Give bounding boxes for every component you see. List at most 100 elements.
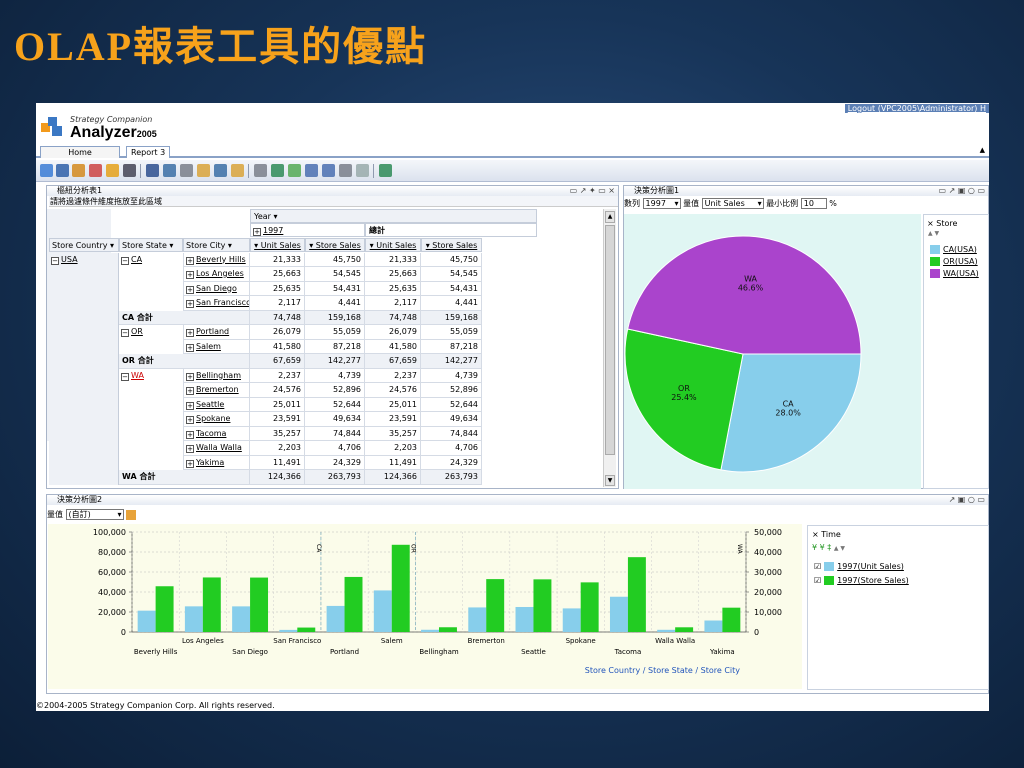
pivot-scrollbar[interactable]: ▲ ▼ — [603, 209, 616, 487]
row-header-store-state[interactable]: Store State ▾ — [119, 238, 183, 252]
bar-measure-select[interactable]: (自訂) ▾ — [65, 509, 124, 520]
legend-label[interactable]: WA(USA) — [943, 269, 979, 278]
year-value[interactable]: 1997 — [263, 226, 283, 235]
collapse-icon[interactable]: − — [121, 372, 129, 381]
country-cell[interactable]: − USA — [49, 252, 119, 485]
city-link[interactable]: Los Angeles — [196, 269, 244, 278]
sort-arrows-icon[interactable]: ▲ ▼ — [928, 230, 939, 237]
state-link[interactable]: WA — [131, 371, 144, 380]
expand-icon[interactable]: + — [186, 387, 194, 395]
pivot-panel-controls[interactable]: ▭ ↗ ✦ ▭ × — [570, 186, 615, 196]
city-link[interactable]: Beverly Hills — [196, 255, 246, 264]
expand-icon[interactable]: + — [186, 329, 194, 337]
bar-unit-sales[interactable] — [184, 606, 203, 632]
city-link[interactable]: Bellingham — [196, 371, 241, 380]
country-link[interactable]: USA — [61, 255, 78, 264]
bar-store-sales[interactable] — [486, 579, 505, 632]
scroll-thumb[interactable] — [605, 225, 615, 455]
pie-legend-item[interactable]: WA(USA) — [930, 269, 979, 278]
state-link[interactable]: OR — [131, 327, 143, 336]
legend-checkbox[interactable]: ☑ — [814, 576, 821, 585]
city-cell[interactable]: + Yakima — [183, 455, 250, 470]
export-icon[interactable] — [214, 164, 227, 177]
expand-icon[interactable]: + — [253, 228, 261, 236]
city-cell[interactable]: + Spokane — [183, 412, 250, 427]
expand-icon[interactable]: + — [186, 271, 194, 279]
bar-unit-sales[interactable] — [279, 629, 298, 632]
measure-header[interactable]: ▾ Store Sales — [421, 238, 482, 252]
expand-icon[interactable]: + — [186, 430, 194, 439]
city-link[interactable]: Seattle — [196, 400, 224, 409]
year-header[interactable]: Year ▾ — [250, 209, 537, 223]
bar-unit-sales[interactable] — [609, 596, 628, 632]
zoom-in-icon[interactable] — [305, 164, 318, 177]
state-link[interactable]: CA — [131, 255, 142, 264]
database-icon[interactable] — [106, 164, 119, 177]
city-link[interactable]: Bremerton — [196, 385, 239, 394]
chart-pie-icon[interactable] — [40, 164, 53, 177]
city-cell[interactable]: + Walla Walla — [183, 441, 250, 456]
bar-unit-sales[interactable] — [326, 605, 345, 632]
bar-store-sales[interactable] — [250, 577, 269, 632]
pie-legend-item[interactable]: CA(USA) — [930, 245, 977, 254]
state-cell[interactable]: − CA — [119, 253, 183, 268]
bar-store-sales[interactable] — [202, 577, 221, 632]
bar-unit-sales[interactable] — [515, 606, 534, 632]
bar-unit-sales[interactable] — [373, 590, 392, 632]
close-icon[interactable]: × — [812, 530, 819, 539]
city-link[interactable]: Spokane — [196, 414, 230, 423]
settings-icon[interactable] — [126, 509, 137, 520]
tab-report-3[interactable]: Report 3 — [126, 146, 171, 158]
print-icon[interactable] — [180, 164, 193, 177]
collapse-icon[interactable]: ▲ — [980, 146, 985, 154]
bar-unit-sales[interactable] — [657, 629, 676, 632]
filter-drop-area[interactable]: 請將過濾條件維度拖放至此區域 — [49, 196, 618, 207]
bar-store-sales[interactable] — [675, 627, 694, 632]
window-icon[interactable] — [197, 164, 210, 177]
city-cell[interactable]: + San Francisco — [183, 296, 250, 311]
save-as-icon[interactable] — [163, 164, 176, 177]
expand-icon[interactable]: + — [186, 343, 194, 352]
expand-icon[interactable]: + — [186, 256, 194, 265]
pie-slice-wa[interactable] — [627, 235, 862, 355]
bar-unit-sales[interactable] — [704, 620, 723, 632]
bar-store-sales[interactable] — [533, 579, 552, 632]
city-cell[interactable]: + Salem — [183, 339, 250, 354]
pie-legend-item[interactable]: OR(USA) — [930, 257, 978, 266]
bar-store-sales[interactable] — [391, 544, 410, 632]
legend-label[interactable]: 1997(Store Sales) — [837, 576, 909, 585]
pie-panel-controls[interactable]: ▭ ↗ ▣ ○ ▭ — [938, 186, 985, 196]
expand-icon[interactable]: + — [186, 285, 194, 294]
folder-icon[interactable] — [231, 164, 244, 177]
state-cell[interactable]: − OR — [119, 325, 183, 340]
city-cell[interactable]: + Beverly Hills — [183, 252, 250, 267]
city-link[interactable]: Yakima — [196, 458, 224, 467]
expand-collapse-icons[interactable]: ¥ ¥ ‡ ▲ ▼ — [812, 543, 845, 552]
list-icon[interactable] — [339, 164, 352, 177]
bar-store-sales[interactable] — [297, 627, 316, 632]
document-icon[interactable] — [288, 164, 301, 177]
expand-icon[interactable]: + — [186, 445, 194, 453]
measure-header[interactable]: ▾ Store Sales — [305, 238, 365, 252]
collapse-icon[interactable]: − — [121, 256, 129, 265]
city-link[interactable]: Walla Walla — [196, 443, 242, 452]
expand-icon[interactable]: + — [186, 459, 194, 468]
bar-store-sales[interactable] — [155, 586, 174, 632]
scroll-down-icon[interactable]: ▼ — [605, 475, 615, 486]
exit-icon[interactable] — [379, 164, 392, 177]
grid-icon[interactable] — [56, 164, 69, 177]
save-icon[interactable] — [146, 164, 159, 177]
wizard-icon[interactable] — [89, 164, 102, 177]
zoom-out-icon[interactable] — [322, 164, 335, 177]
bar-unit-sales[interactable] — [421, 629, 439, 632]
measure-header[interactable]: ▾ Unit Sales — [365, 238, 421, 252]
row-header-store-city[interactable]: Store City ▾ — [183, 238, 250, 252]
bar-unit-sales[interactable] — [468, 607, 487, 632]
city-link[interactable]: San Francisco — [196, 298, 249, 307]
bar-unit-sales[interactable] — [232, 606, 251, 632]
measure-select[interactable]: Unit Sales ▾ — [701, 198, 764, 209]
bar-unit-sales[interactable] — [137, 610, 156, 632]
cube-icon[interactable] — [72, 164, 85, 177]
expand-icon[interactable]: + — [186, 300, 194, 308]
legend-label[interactable]: 1997(Unit Sales) — [837, 562, 904, 571]
